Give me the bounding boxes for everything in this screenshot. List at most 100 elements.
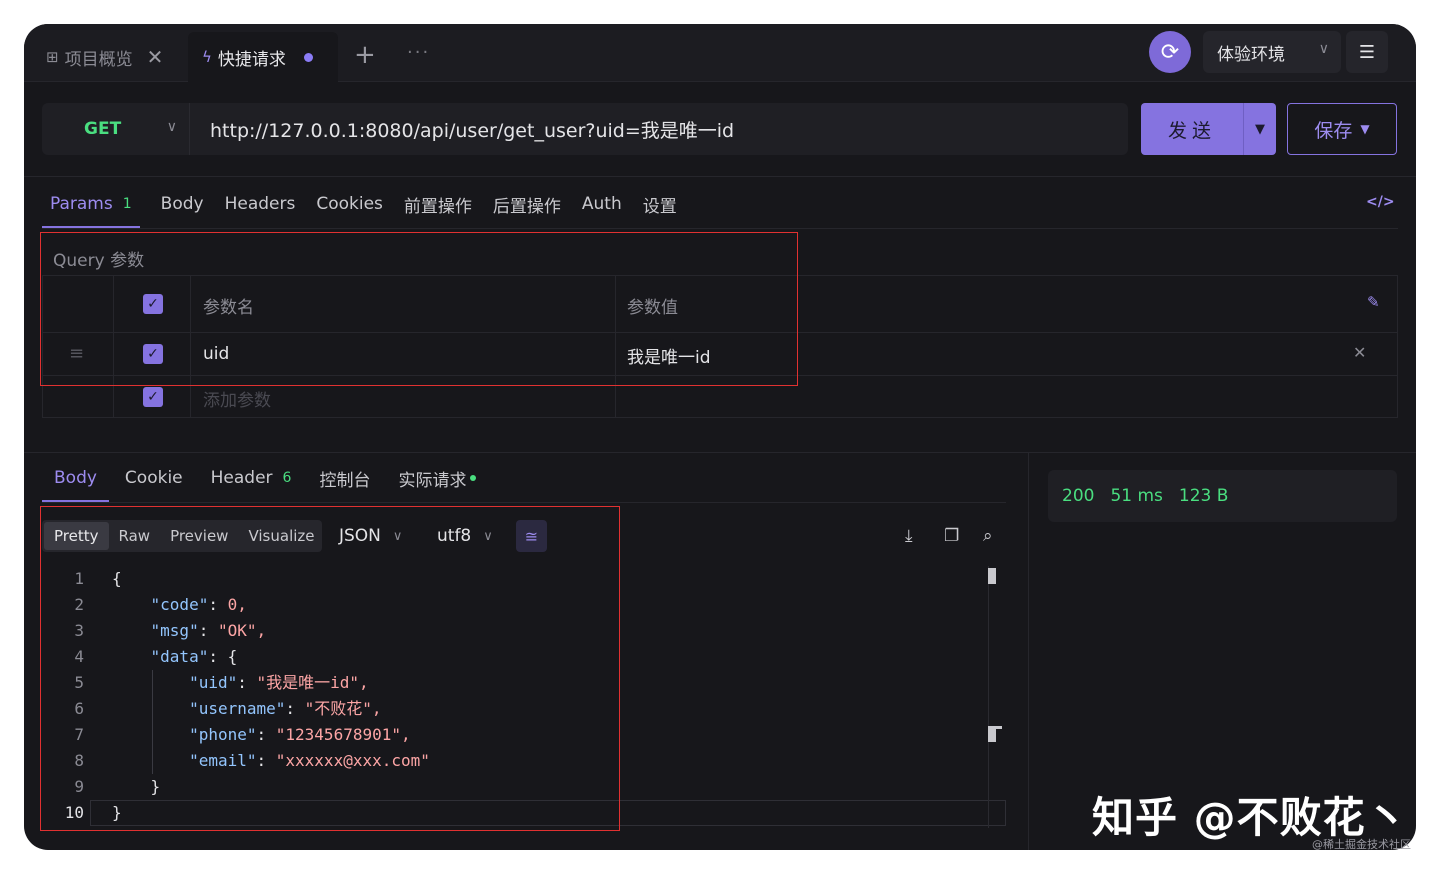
tab-headers[interactable]: Headers <box>225 180 296 228</box>
tab-auth[interactable]: Auth <box>582 180 622 228</box>
tab-body[interactable]: Body <box>161 180 204 228</box>
line-number: 9 <box>74 777 84 796</box>
line-number: 3 <box>74 621 84 640</box>
column-header-value: 参数值 <box>627 298 678 318</box>
send-button[interactable]: 发送 ▼ <box>1141 103 1276 155</box>
method-label: GET <box>84 119 122 139</box>
download-icon[interactable]: ⤓ <box>905 526 913 546</box>
chevron-down-icon: ∨ <box>392 528 403 544</box>
chevron-down-icon: ∨ <box>1318 41 1329 57</box>
table-row: ✓ 添加参数 <box>43 376 1397 418</box>
tab-settings[interactable]: 设置 <box>643 180 677 228</box>
chevron-down-icon: ∨ <box>166 119 177 135</box>
search-icon[interactable]: ⌕ <box>983 526 993 546</box>
response-status-bar: 200 51 ms 123 B <box>1048 470 1397 522</box>
more-icon[interactable]: ··· <box>407 42 430 63</box>
panel-divider[interactable] <box>1028 452 1029 850</box>
line-number: 4 <box>74 647 84 666</box>
code-line: 6 "username": "不败花", <box>42 696 1006 722</box>
header-count-badge: 6 <box>282 470 292 486</box>
status-code: 200 <box>1062 486 1095 506</box>
divider <box>24 176 1416 177</box>
code-text: "username": "不败花", <box>112 699 382 718</box>
tab-cookies[interactable]: Cookies <box>316 180 383 228</box>
mode-visualize[interactable]: Visualize <box>238 522 324 550</box>
lightning-icon: ϟ <box>202 48 212 66</box>
code-text: "code": 0, <box>112 595 247 614</box>
drag-handle-icon[interactable]: ≡ <box>69 343 84 364</box>
mode-pretty[interactable]: Pretty <box>44 522 109 550</box>
environment-select[interactable]: 体验环境 ∨ <box>1203 31 1341 73</box>
response-tabs: Body Cookie Header 6 控制台 实际请求 <box>42 454 504 502</box>
tab-pre-request[interactable]: 前置操作 <box>404 180 472 228</box>
tab-response-header[interactable]: Header 6 <box>211 454 292 502</box>
close-icon[interactable]: ✕ <box>147 45 164 69</box>
tab-params[interactable]: Params 1 <box>42 180 140 228</box>
tab-actual-request[interactable]: 实际请求 <box>398 454 477 502</box>
param-name-input[interactable]: uid <box>203 344 229 364</box>
param-value-input[interactable]: 我是唯一id <box>627 343 711 368</box>
response-code-editor[interactable]: 1{ 2 "code": 0, 3 "msg": "OK", 4 "data":… <box>42 566 1006 828</box>
line-number: 7 <box>74 725 84 744</box>
query-section-label: Query 参数 <box>53 251 145 271</box>
code-line: 10} <box>42 800 1006 826</box>
divider <box>42 502 1006 503</box>
divider <box>24 452 1416 453</box>
scrollbar[interactable] <box>988 566 989 828</box>
send-label: 发送 <box>1167 119 1216 142</box>
params-header-row: ✓ 参数名 参数值 ✎ <box>43 276 1397 333</box>
code-line: 7 "phone": "12345678901", <box>42 722 1006 748</box>
encoding-label: utf8 <box>437 526 472 546</box>
select-all-checkbox[interactable]: ✓ <box>143 294 163 314</box>
format-type-select[interactable]: JSON ∨ <box>339 520 402 552</box>
table-row: ≡ ✓ uid 我是唯一id ✕ <box>43 333 1397 376</box>
row-checkbox[interactable]: ✓ <box>143 344 163 364</box>
tab-response-body[interactable]: Body <box>42 454 109 502</box>
tab-console[interactable]: 控制台 <box>319 454 370 502</box>
chevron-down-icon[interactable]: ▼ <box>1243 103 1276 155</box>
save-button[interactable]: 保存 ▼ <box>1287 103 1397 155</box>
menu-icon[interactable]: ☰ <box>1346 31 1388 73</box>
line-number: 2 <box>74 595 84 614</box>
code-text: "msg": "OK", <box>112 621 267 640</box>
add-param-input[interactable]: 添加参数 <box>203 386 271 411</box>
code-text: "data": { <box>112 647 238 666</box>
unsaved-dot-icon <box>303 52 313 62</box>
chevron-down-icon: ∨ <box>483 528 493 544</box>
environment-label: 体验环境 <box>1217 44 1285 65</box>
copy-icon[interactable]: ❐ <box>944 526 959 546</box>
mode-preview[interactable]: Preview <box>160 522 238 550</box>
add-tab-button[interactable]: + <box>354 40 376 70</box>
method-select[interactable]: GET ∨ <box>42 103 190 155</box>
delete-row-icon[interactable]: ✕ <box>1353 343 1366 362</box>
encoding-select[interactable]: utf8 ∨ <box>437 520 493 552</box>
code-snippet-icon[interactable]: </> <box>1366 194 1395 210</box>
response-size: 123 B <box>1178 486 1229 506</box>
app-window: ⊞ 项目概览 ✕ ϟ 快捷请求 + ··· ⟳ 体验环境 ∨ ☰ GET ∨ h… <box>24 24 1416 850</box>
word-wrap-icon[interactable]: ≅ <box>516 520 547 552</box>
code-text: { <box>112 569 122 588</box>
line-number: 1 <box>74 569 84 588</box>
code-text: "email": "xxxxxx@xxx.com" <box>112 751 430 770</box>
column-header-name: 参数名 <box>203 298 254 318</box>
mode-raw[interactable]: Raw <box>109 522 161 550</box>
format-type-label: JSON <box>339 526 381 546</box>
tab-response-cookie[interactable]: Cookie <box>125 454 183 502</box>
save-label: 保存 <box>1314 119 1353 142</box>
tab-project-overview[interactable]: ⊞ 项目概览 ✕ <box>46 32 182 82</box>
url-input[interactable]: http://127.0.0.1:8080/api/user/get_user?… <box>210 103 734 155</box>
bulk-edit-icon[interactable]: ✎ <box>1367 293 1380 311</box>
url-bar: GET ∨ http://127.0.0.1:8080/api/user/get… <box>42 103 1128 155</box>
line-number: 8 <box>74 751 84 770</box>
tab-label: 实际请求 <box>398 470 467 491</box>
tab-quick-request[interactable]: ϟ 快捷请求 <box>188 32 338 82</box>
response-time: 51 ms <box>1110 486 1163 506</box>
sync-icon[interactable]: ⟳ <box>1149 31 1191 73</box>
row-checkbox[interactable]: ✓ <box>143 387 163 407</box>
tab-post-request[interactable]: 后置操作 <box>493 180 561 228</box>
code-text: } <box>112 777 161 796</box>
scrollbar-thumb[interactable] <box>988 568 996 584</box>
code-text: "phone": "12345678901", <box>112 725 411 744</box>
code-line: 1{ <box>42 566 1006 592</box>
line-number: 6 <box>74 699 84 718</box>
